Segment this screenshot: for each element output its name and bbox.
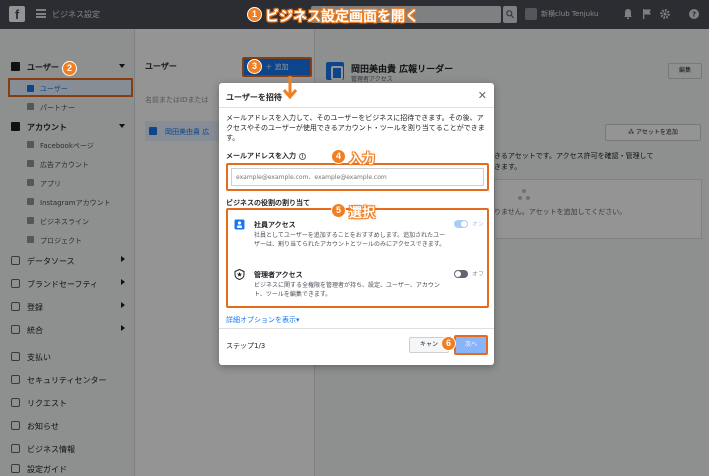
show-detail-options-link[interactable]: 詳細オプションを表示▾ [226,315,300,325]
role-description: ビジネスに関する全権限を管理者が持ち、設定、ユーザー、アカウント、ツールを編集で… [254,282,440,298]
admin-access-toggle[interactable] [454,270,468,278]
arrow-down-icon [282,76,298,100]
roles-highlight-box: 社員アクセス 社員としてユーザーを追加することをおすすめします。追加されたユーザ… [226,208,489,308]
toggle-state-label: オン [472,221,485,228]
admin-shield-icon [234,269,245,280]
annotation-number-5: 5 [331,203,346,218]
toggle-state-label: オフ [472,271,485,278]
annotation-input-label: 入力 [349,152,376,167]
annotation-number-3: 3 [247,59,262,74]
next-button[interactable]: 次へ [454,335,488,355]
dialog-intro-text: メールアドレスを入力して、そのユーザーをビジネスに招待できます。その後、アクセス… [226,114,485,142]
role-name: 社員アクセス [254,221,296,229]
employee-badge-icon [234,219,245,230]
roles-heading: ビジネスの役割の割り当て [226,199,310,207]
dialog-title: ユーザーを招待 [226,93,282,102]
step-indicator: ステップ1/3 [226,342,266,350]
info-icon[interactable]: i [299,152,306,160]
invite-user-dialog: ユーザーを招待 ✕ メールアドレスを入力して、そのユーザーをビジネスに招待できま… [219,83,494,365]
annotation-select-label: 選択 [349,206,376,221]
divider [219,107,494,108]
annotation-number-2: 2 [62,61,77,76]
email-field[interactable] [231,168,484,186]
annotation-number-4: 4 [331,149,346,164]
annotation-number-1: 1 [247,7,262,22]
email-highlight-box [226,163,489,191]
role-description: 社員としてユーザーを追加することをおすすめします。追加されたユーザーは、割り当て… [254,232,446,248]
email-field-label: メールアドレスを入力 i [226,151,306,161]
annotation-number-6: 6 [441,336,456,351]
close-icon[interactable]: ✕ [478,89,487,102]
annotation-banner-text: ビジネス設定画面を開く [265,9,419,25]
employee-access-toggle[interactable] [454,220,468,228]
email-label-text: メールアドレスを入力 [226,152,296,160]
divider [219,328,494,329]
role-name: 管理者アクセス [254,271,303,279]
